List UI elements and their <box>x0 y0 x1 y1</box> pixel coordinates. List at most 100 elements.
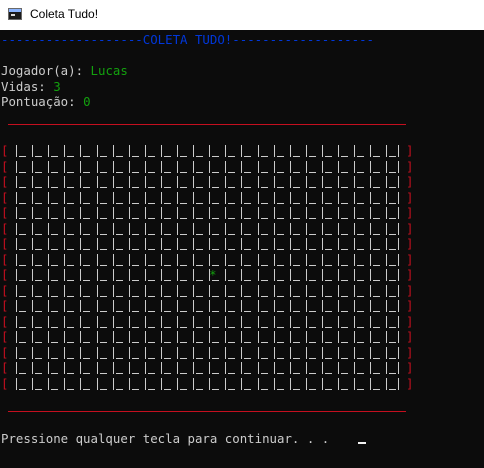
board-cell <box>257 267 273 282</box>
board-cell <box>96 267 112 282</box>
board-cell <box>289 174 305 189</box>
board-cell <box>224 376 240 391</box>
board-cell <box>192 298 208 313</box>
board-cell <box>160 190 176 205</box>
board-cell <box>144 345 160 360</box>
board-cell <box>63 221 79 236</box>
board-cell <box>31 236 47 251</box>
board-cell <box>47 376 63 391</box>
board-cell <box>96 221 112 236</box>
lives-value: 3 <box>53 79 61 94</box>
board-row <box>15 360 401 375</box>
board-cell <box>128 205 144 220</box>
board-cell <box>369 298 385 313</box>
board-cell <box>79 159 95 174</box>
board-cell <box>273 236 289 251</box>
board-cell <box>385 143 401 158</box>
board-cell <box>128 267 144 282</box>
board-cell <box>31 174 47 189</box>
board-cell <box>353 314 369 329</box>
board-cell <box>305 221 321 236</box>
board-cell <box>353 345 369 360</box>
board-cell <box>176 143 192 158</box>
board-cell <box>337 143 353 158</box>
board-cell <box>63 283 79 298</box>
board-cell <box>273 221 289 236</box>
board-cell <box>15 221 31 236</box>
board-row <box>15 159 400 174</box>
board-right-bracket: ] <box>406 205 414 220</box>
board-cell <box>47 283 63 298</box>
board-cell <box>176 283 192 298</box>
board-cell <box>47 143 63 158</box>
board-cell <box>63 314 79 329</box>
player-name-label: Jogador(a): <box>1 63 91 78</box>
board-cell <box>31 159 47 174</box>
board-cell <box>112 345 128 360</box>
board-cell <box>79 236 95 251</box>
board-cell <box>31 298 47 313</box>
board-cell <box>192 252 208 267</box>
board-cell <box>321 174 337 189</box>
board-left-bracket: [ <box>1 375 9 391</box>
board-cell <box>160 360 176 375</box>
board-right-bracket: ] <box>406 313 414 329</box>
board-cell <box>273 190 289 205</box>
board-row <box>15 221 400 236</box>
board-cell <box>385 360 401 375</box>
board-cell <box>305 143 321 158</box>
board-cell <box>240 252 256 267</box>
cell-right-edge <box>398 284 400 297</box>
board-cell <box>240 221 256 236</box>
board-cell <box>305 345 321 360</box>
board-cell <box>192 267 208 282</box>
board-right-bracket: ] <box>406 236 414 251</box>
board-cell <box>257 174 273 189</box>
board-cell <box>144 376 160 391</box>
console-area[interactable]: -------------------COLETA TUDO!---------… <box>0 30 484 468</box>
board-cell <box>15 236 31 251</box>
board-cell <box>273 329 289 344</box>
board-cell <box>160 221 176 236</box>
board-cell <box>176 345 192 360</box>
board-cell <box>192 190 208 205</box>
board-cell <box>305 298 321 313</box>
cell-right-edge <box>398 207 400 219</box>
board-cell <box>240 159 256 174</box>
board-cell <box>47 236 63 251</box>
board-cell <box>144 283 160 298</box>
board-cell <box>321 360 337 375</box>
board-cell <box>208 190 224 205</box>
board-cell <box>305 376 321 391</box>
board-cell <box>289 314 305 329</box>
board-cell <box>240 376 256 391</box>
board-cell <box>353 283 369 298</box>
board-row <box>15 174 400 189</box>
board-cell <box>369 267 385 282</box>
cell-right-edge <box>398 331 400 343</box>
board-cell <box>369 205 385 220</box>
board-cell <box>305 236 321 251</box>
title-bar[interactable]: Coleta Tudo! <box>0 0 484 31</box>
board-cell <box>369 190 385 205</box>
board-cell <box>128 190 144 205</box>
board-cell <box>337 267 353 282</box>
board-cell <box>96 345 112 360</box>
cell-right-edge <box>398 238 400 250</box>
board-cell <box>224 174 240 189</box>
board-cell <box>31 345 47 360</box>
board-cell <box>385 267 401 282</box>
board-cell <box>47 360 63 375</box>
header-dashes-left: ------------------- <box>1 32 143 47</box>
cell-right-edge <box>398 191 400 204</box>
board-cell <box>369 252 385 267</box>
board-cell <box>385 236 401 251</box>
board-cell <box>224 360 240 375</box>
board-cell <box>128 360 144 375</box>
board-cell <box>321 143 337 158</box>
board-cell <box>337 205 353 220</box>
board-cell <box>273 360 289 375</box>
board-row <box>15 143 401 158</box>
board-cell <box>47 221 63 236</box>
board-right-bracket: ] <box>406 375 414 391</box>
